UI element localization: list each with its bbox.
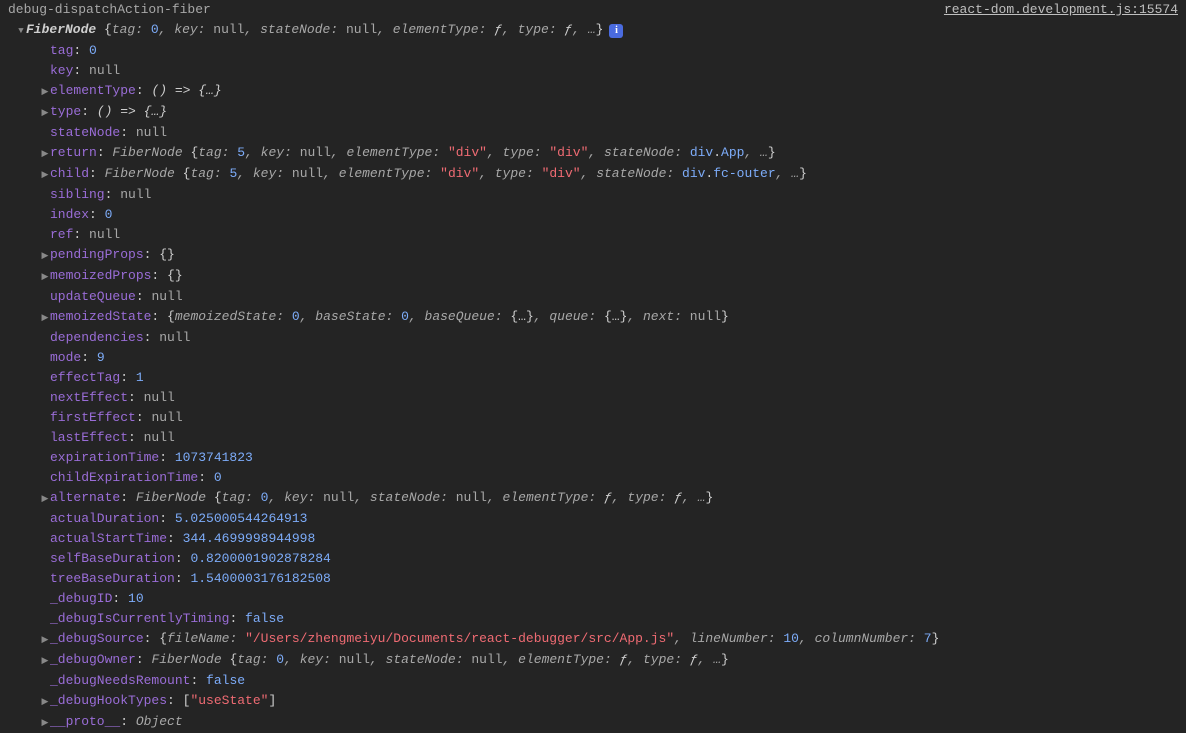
disclosure-triangle-icon[interactable]: ▼ (16, 21, 26, 41)
property-row: ref: null (0, 225, 1186, 245)
property-key: mode (50, 348, 81, 368)
property-key: _debugSource (50, 629, 144, 649)
property-key: pendingProps (50, 245, 144, 265)
property-row: tag: 0 (0, 41, 1186, 61)
disclosure-triangle-icon[interactable]: ▶ (40, 630, 50, 650)
property-key: index (50, 205, 89, 225)
disclosure-triangle-icon[interactable]: ▶ (40, 308, 50, 328)
property-row[interactable]: ▶_debugHookTypes: ["useState"] (0, 691, 1186, 712)
disclosure-triangle-icon[interactable]: ▶ (40, 267, 50, 287)
console-output: debug-dispatchAction-fiber react-dom.dev… (0, 0, 1186, 733)
property-row: index: 0 (0, 205, 1186, 225)
property-row: updateQueue: null (0, 287, 1186, 307)
property-row[interactable]: ▶child: FiberNode {tag: 5, key: null, el… (0, 164, 1186, 185)
property-key: alternate (50, 488, 120, 508)
property-row: lastEffect: null (0, 428, 1186, 448)
property-key: _debugHookTypes (50, 691, 167, 711)
property-key: effectTag (50, 368, 120, 388)
property-row: stateNode: null (0, 123, 1186, 143)
property-key: memoizedState (50, 307, 151, 327)
property-key: type (50, 102, 81, 122)
property-key: firstEffect (50, 408, 136, 428)
property-row: firstEffect: null (0, 408, 1186, 428)
property-key: actualStartTime (50, 529, 167, 549)
property-row: _debugIsCurrentlyTiming: false (0, 609, 1186, 629)
property-key: updateQueue (50, 287, 136, 307)
property-key: dependencies (50, 328, 144, 348)
property-key: actualDuration (50, 509, 159, 529)
property-row[interactable]: ▶_debugOwner: FiberNode {tag: 0, key: nu… (0, 650, 1186, 671)
property-key: tag (50, 41, 73, 61)
disclosure-triangle-icon[interactable]: ▶ (40, 651, 50, 671)
property-row[interactable]: ▶pendingProps: {} (0, 245, 1186, 266)
disclosure-triangle-icon[interactable]: ▶ (40, 82, 50, 102)
property-row: effectTag: 1 (0, 368, 1186, 388)
disclosure-triangle-icon[interactable]: ▶ (40, 713, 50, 733)
property-row: actualDuration: 5.025000544264913 (0, 509, 1186, 529)
property-key: lastEffect (50, 428, 128, 448)
property-key: child (50, 164, 89, 184)
property-row: treeBaseDuration: 1.5400003176182508 (0, 569, 1186, 589)
property-row[interactable]: ▶alternate: FiberNode {tag: 0, key: null… (0, 488, 1186, 509)
property-row: key: null (0, 61, 1186, 81)
property-row[interactable]: ▶memoizedProps: {} (0, 266, 1186, 287)
property-key: nextEffect (50, 388, 128, 408)
property-row: nextEffect: null (0, 388, 1186, 408)
property-key: memoizedProps (50, 266, 151, 286)
property-row: sibling: null (0, 185, 1186, 205)
source-link[interactable]: react-dom.development.js:15574 (944, 0, 1178, 20)
property-row: selfBaseDuration: 0.8200001902878284 (0, 549, 1186, 569)
property-key: ref (50, 225, 73, 245)
property-row[interactable]: ▶return: FiberNode {tag: 5, key: null, e… (0, 143, 1186, 164)
property-key: _debugID (50, 589, 112, 609)
property-row[interactable]: ▶elementType: () => {…} (0, 81, 1186, 102)
info-icon[interactable]: i (609, 24, 623, 38)
object-summary: tag: 0, key: null, stateNode: null, elem… (112, 20, 596, 40)
property-key: return (50, 143, 97, 163)
disclosure-triangle-icon[interactable]: ▶ (40, 489, 50, 509)
property-key: childExpirationTime (50, 468, 198, 488)
property-row[interactable]: ▶__proto__: Object (0, 712, 1186, 733)
property-key: _debugOwner (50, 650, 136, 670)
property-row: dependencies: null (0, 328, 1186, 348)
property-key: stateNode (50, 123, 120, 143)
disclosure-triangle-icon[interactable]: ▶ (40, 246, 50, 266)
property-row: actualStartTime: 344.4699998944998 (0, 529, 1186, 549)
property-key: _debugIsCurrentlyTiming (50, 609, 229, 629)
disclosure-triangle-icon[interactable]: ▶ (40, 692, 50, 712)
property-key: _debugNeedsRemount (50, 671, 190, 691)
property-row: _debugNeedsRemount: false (0, 671, 1186, 691)
property-row: expirationTime: 1073741823 (0, 448, 1186, 468)
property-row: mode: 9 (0, 348, 1186, 368)
property-key: selfBaseDuration (50, 549, 175, 569)
property-row[interactable]: ▶type: () => {…} (0, 102, 1186, 123)
log-header: debug-dispatchAction-fiber react-dom.dev… (0, 0, 1186, 20)
object-class-name: FiberNode (26, 20, 96, 40)
property-key: expirationTime (50, 448, 159, 468)
property-row: childExpirationTime: 0 (0, 468, 1186, 488)
property-key: key (50, 61, 73, 81)
property-row[interactable]: ▶memoizedState: {memoizedState: 0, baseS… (0, 307, 1186, 328)
property-key: __proto__ (50, 712, 120, 732)
disclosure-triangle-icon[interactable]: ▶ (40, 144, 50, 164)
disclosure-triangle-icon[interactable]: ▶ (40, 165, 50, 185)
disclosure-triangle-icon[interactable]: ▶ (40, 103, 50, 123)
property-row: _debugID: 10 (0, 589, 1186, 609)
object-root-row[interactable]: ▼FiberNode {tag: 0, key: null, stateNode… (0, 20, 1186, 41)
property-key: treeBaseDuration (50, 569, 175, 589)
log-label: debug-dispatchAction-fiber (8, 0, 211, 20)
property-key: sibling (50, 185, 105, 205)
property-row[interactable]: ▶_debugSource: {fileName: "/Users/zhengm… (0, 629, 1186, 650)
property-key: elementType (50, 81, 136, 101)
object-properties: tag: 0key: null▶elementType: () => {…}▶t… (0, 41, 1186, 733)
